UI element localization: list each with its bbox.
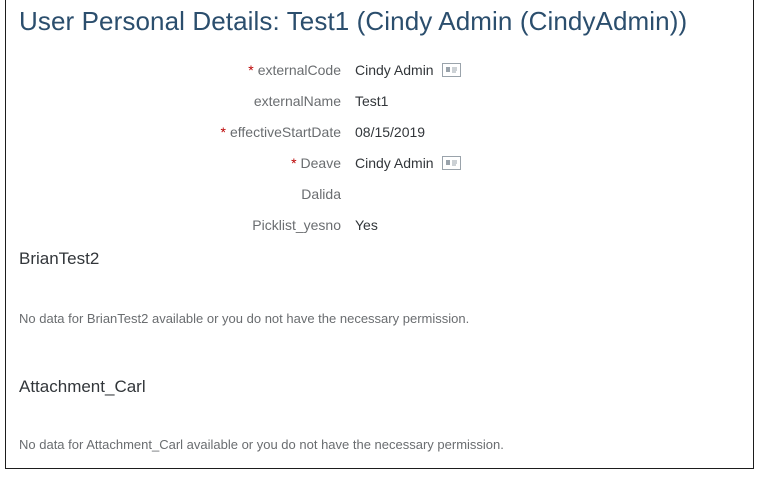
- page-title: User Personal Details: Test1 (Cindy Admi…: [19, 6, 688, 36]
- field-value: Cindy Admin: [355, 155, 461, 171]
- field-value-text: Test1: [355, 93, 389, 109]
- field-label: * Deave: [291, 155, 341, 171]
- field-value: 08/15/2019: [355, 124, 425, 140]
- field-row-effectivestartdate: * effectiveStartDate 08/15/2019: [6, 120, 753, 151]
- field-label: Picklist_yesno: [252, 217, 341, 233]
- field-row-externalname: externalName Test1: [6, 89, 753, 120]
- field-label-text: Picklist_yesno: [252, 217, 341, 233]
- field-label: * externalCode: [248, 62, 341, 78]
- required-marker: *: [291, 155, 297, 171]
- section-empty-message: No data for Attachment_Carl available or…: [19, 437, 504, 452]
- required-marker: *: [248, 62, 254, 78]
- field-value-text: Cindy Admin: [355, 62, 434, 78]
- field-row-dalida: Dalida: [6, 182, 753, 213]
- field-value: Cindy Admin: [355, 62, 461, 78]
- business-card-icon[interactable]: [441, 63, 461, 77]
- field-value: Yes: [355, 217, 378, 233]
- section-title-briantest2: BrianTest2: [19, 249, 100, 268]
- field-label: externalName: [254, 93, 341, 109]
- field-label-text: Deave: [300, 155, 341, 171]
- field-value-text: 08/15/2019: [355, 124, 426, 140]
- field-value-text: Yes: [355, 217, 378, 233]
- field-label: Dalida: [301, 186, 341, 202]
- field-row-picklist-yesno: Picklist_yesno Yes: [6, 213, 753, 244]
- field-label: * effectiveStartDate: [221, 124, 341, 140]
- business-card-icon[interactable]: [441, 156, 461, 170]
- field-label-text: externalCode: [257, 62, 341, 78]
- field-label-text: effectiveStartDate: [229, 124, 341, 140]
- details-form: * externalCode Cindy Admin externalName T…: [6, 58, 753, 244]
- field-row-deave: * Deave Cindy Admin: [6, 151, 753, 182]
- field-value-text: Cindy Admin: [355, 155, 434, 171]
- field-label-text: externalName: [253, 93, 341, 109]
- field-label-text: Dalida: [301, 186, 341, 202]
- field-row-externalcode: * externalCode Cindy Admin: [6, 58, 753, 89]
- section-title-attachment-carl: Attachment_Carl: [19, 377, 146, 396]
- details-panel: User Personal Details: Test1 (Cindy Admi…: [5, 0, 754, 469]
- required-marker: *: [220, 124, 226, 140]
- section-empty-message: No data for BrianTest2 available or you …: [19, 311, 470, 326]
- field-value: Test1: [355, 93, 388, 109]
